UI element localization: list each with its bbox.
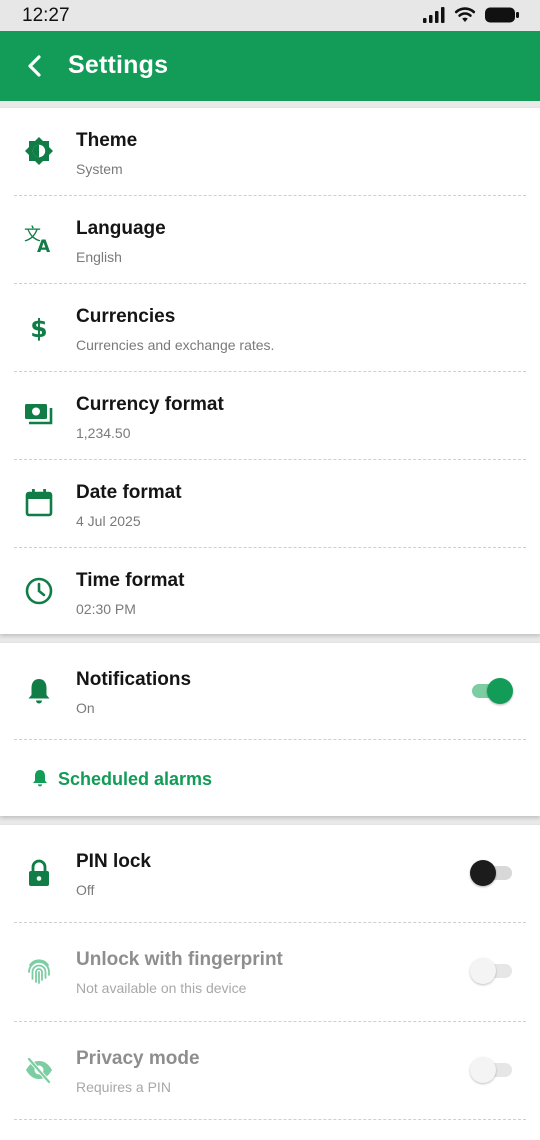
eye-off-icon <box>26 1057 52 1084</box>
theme-icon <box>25 137 53 165</box>
divider <box>14 1119 526 1120</box>
pin-lock-toggle[interactable] <box>470 860 512 886</box>
settings-item-title: Privacy mode <box>76 1048 200 1069</box>
settings-item-date-format[interactable]: Date format 4 Jul 2025 <box>0 460 540 548</box>
settings-item-time-format[interactable]: Time format 02:30 PM <box>0 548 540 634</box>
security-card: PIN lock Off Unlock with fingerprint Not… <box>0 825 540 1140</box>
fingerprint-toggle <box>470 958 512 984</box>
settings-item-title: Currencies <box>76 306 176 327</box>
settings-item-subtitle: 02:30 PM <box>76 601 136 617</box>
privacy-mode-toggle <box>470 1057 512 1083</box>
status-icons <box>422 6 520 24</box>
settings-item-subtitle: On <box>76 700 95 716</box>
notifications-card: Notifications On Scheduled alarms <box>0 643 540 816</box>
status-bar: 12:27 <box>0 0 540 31</box>
calendar-icon <box>25 489 53 517</box>
toggle-thumb <box>470 958 496 984</box>
settings-item-title: Date format <box>76 482 182 503</box>
settings-item-pin-lock[interactable]: PIN lock Off <box>0 825 540 922</box>
bell-icon <box>28 679 50 704</box>
settings-item-privacy-mode: Privacy mode Requires a PIN <box>0 1022 540 1120</box>
notifications-toggle[interactable] <box>472 678 513 704</box>
back-button[interactable] <box>20 51 50 81</box>
settings-item-title: Currency format <box>76 394 224 415</box>
settings-item-language[interactable]: 文 A Language English <box>0 196 540 284</box>
svg-text:A: A <box>37 237 51 254</box>
settings-item-title: Theme <box>76 130 138 151</box>
lock-icon <box>29 859 49 886</box>
settings-item-subtitle: Requires a PIN <box>76 1079 171 1095</box>
settings-item-title: PIN lock <box>76 851 151 872</box>
battery-icon <box>485 7 519 23</box>
settings-item-subtitle: English <box>76 249 122 265</box>
wifi-icon <box>454 7 476 22</box>
settings-item-subtitle: 4 Jul 2025 <box>76 513 141 529</box>
page-title: Settings <box>68 51 169 79</box>
settings-item-currencies[interactable]: $ Currencies Currencies and exchange rat… <box>0 284 540 372</box>
settings-item-title: Language <box>76 218 166 239</box>
scheduled-alarms-link[interactable]: Scheduled alarms <box>0 740 540 816</box>
app-bar: Settings <box>0 31 540 101</box>
settings-item-subtitle: 1,234.50 <box>76 425 131 441</box>
clock-icon <box>25 577 53 605</box>
settings-item-fingerprint: Unlock with fingerprint Not available on… <box>0 923 540 1021</box>
translate-icon: 文 A <box>24 225 51 254</box>
settings-item-subtitle: System <box>76 161 123 177</box>
status-time: 12:27 <box>22 5 70 26</box>
fingerprint-icon <box>28 959 50 984</box>
settings-item-theme[interactable]: Theme System <box>0 108 540 196</box>
general-settings-card: Theme System 文 A Language English $ Curr… <box>0 108 540 634</box>
dollar-icon: $ <box>30 314 47 342</box>
settings-item-title: Notifications <box>76 669 192 690</box>
signal-icon <box>423 7 445 23</box>
settings-item-subtitle: Not available on this device <box>76 980 247 996</box>
settings-item-title: Unlock with fingerprint <box>76 949 283 970</box>
scheduled-alarms-label: Scheduled alarms <box>58 769 213 789</box>
bell-icon <box>33 770 47 787</box>
cash-icon <box>25 404 53 425</box>
toggle-thumb <box>470 1057 496 1083</box>
toggle-thumb <box>487 678 513 704</box>
toggle-thumb <box>470 860 496 886</box>
settings-item-notifications[interactable]: Notifications On <box>0 643 540 740</box>
settings-item-title: Time format <box>76 570 185 591</box>
svg-text:$: $ <box>30 314 47 342</box>
settings-item-currency-format[interactable]: Currency format 1,234.50 <box>0 372 540 460</box>
settings-item-subtitle: Off <box>76 882 95 898</box>
settings-item-subtitle: Currencies and exchange rates. <box>76 337 275 353</box>
